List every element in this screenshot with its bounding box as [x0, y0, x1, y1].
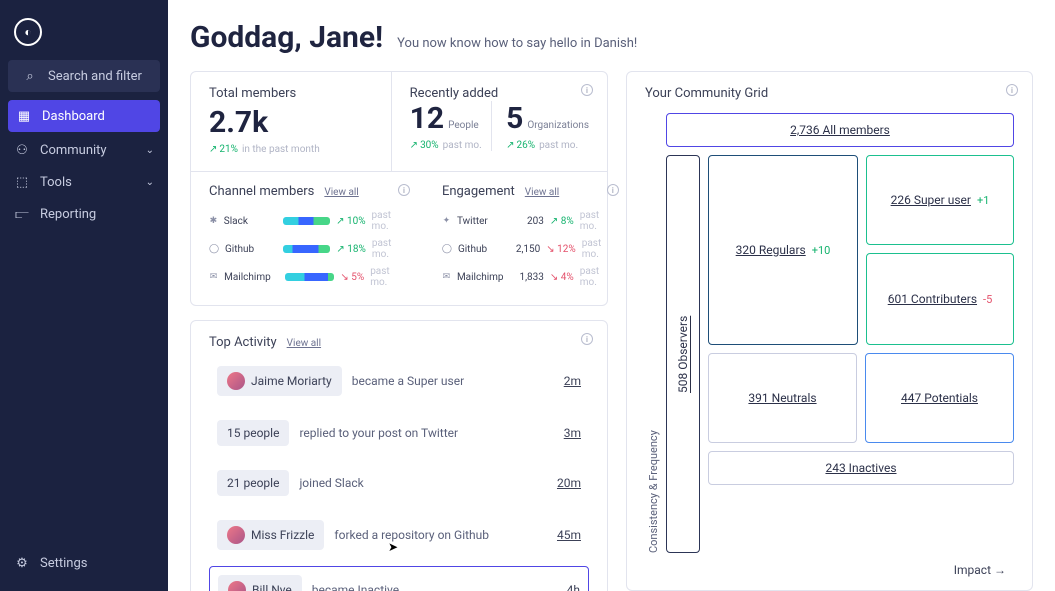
- activity-actor: Jaime Moriarty: [217, 366, 342, 396]
- greeting-title: Goddag, Jane!: [190, 20, 383, 55]
- avatar: [227, 526, 245, 544]
- activity-time[interactable]: 20m: [557, 476, 581, 490]
- info-icon[interactable]: i: [581, 84, 593, 96]
- community-icon: ⚇: [14, 142, 30, 158]
- top-activity-title: Top Activity: [209, 335, 277, 350]
- community-grid-title: Your Community Grid: [645, 86, 1014, 101]
- dashboard-icon: ▦: [16, 108, 32, 124]
- avatar: [228, 581, 246, 591]
- channel-row: ✉Mailchimp5%past mo.: [209, 263, 406, 291]
- total-members-value: 2.7k: [209, 105, 373, 140]
- view-all-link[interactable]: View all: [287, 338, 321, 349]
- nav-community[interactable]: ⚇ Community ⌄: [0, 134, 168, 166]
- search-icon: ⌕: [22, 68, 38, 84]
- engagement-row: ◯Github2,15012%past mo.: [442, 235, 615, 263]
- activity-time[interactable]: 4h: [567, 583, 580, 591]
- grid-observers[interactable]: 508 Observers: [666, 155, 700, 553]
- activity-time[interactable]: 2m: [564, 374, 581, 388]
- reporting-icon: ⫍: [14, 206, 30, 222]
- gear-icon: ⚙: [14, 555, 30, 571]
- grid-neutrals[interactable]: 391 Neutrals: [708, 353, 857, 443]
- activity-item[interactable]: Jaime Moriarty became a Super user 2m: [209, 358, 589, 404]
- activity-desc: forked a repository on Github: [334, 528, 489, 542]
- info-icon[interactable]: i: [398, 184, 410, 196]
- avatar: [227, 372, 245, 390]
- chevron-down-icon: ⌄: [146, 177, 154, 188]
- orgs-count: 5: [506, 101, 523, 136]
- grid-contributers[interactable]: 601 Contributers-5: [866, 253, 1014, 345]
- view-all-link[interactable]: View all: [525, 187, 559, 198]
- search-input[interactable]: ⌕ Search and filter: [8, 60, 160, 92]
- channel-row: ✱Slack10%past mo.: [209, 207, 406, 235]
- nav-settings[interactable]: ⚙ Settings: [0, 547, 168, 579]
- total-members-label: Total members: [209, 86, 373, 101]
- activity-time[interactable]: 3m: [564, 426, 581, 440]
- github-icon: ◯: [209, 244, 219, 254]
- activity-desc: became a Super user: [352, 374, 464, 388]
- nav-reporting[interactable]: ⫍ Reporting: [0, 198, 168, 230]
- info-icon[interactable]: i: [1006, 84, 1018, 96]
- recently-added-label: Recently added: [410, 86, 589, 101]
- activity-desc: joined Slack: [299, 476, 363, 490]
- twitter-icon: ✦: [442, 216, 451, 226]
- grid-potentials[interactable]: 447 Potentials: [865, 353, 1014, 443]
- info-icon[interactable]: i: [581, 333, 593, 345]
- slack-icon: ✱: [209, 216, 218, 226]
- y-axis-label: Consistency & Frequency: [645, 113, 660, 553]
- activity-item[interactable]: 21 people joined Slack 20m: [209, 462, 589, 504]
- github-icon: ◯: [442, 244, 452, 254]
- info-icon[interactable]: i: [607, 184, 619, 196]
- activity-item[interactable]: Bill Nye became Inactive 4h: [209, 566, 589, 591]
- mailchimp-icon: ✉: [209, 272, 218, 282]
- engagement-title: Engagement: [442, 184, 515, 199]
- greeting-subtitle: You now know how to say hello in Danish!: [397, 36, 637, 51]
- engagement-row: ✦Twitter2038%past mo.: [442, 207, 615, 235]
- view-all-link[interactable]: View all: [324, 187, 358, 198]
- activity-desc: became Inactive: [312, 583, 399, 591]
- chevron-down-icon: ⌄: [146, 145, 154, 156]
- people-count: 12: [410, 101, 444, 136]
- channel-row: ◯Github18%past mo.: [209, 235, 406, 263]
- nav-dashboard[interactable]: ▦ Dashboard: [8, 100, 160, 132]
- mailchimp-icon: ✉: [442, 272, 451, 282]
- activity-actor: 15 people: [217, 420, 289, 446]
- tools-icon: ⬚: [14, 174, 30, 190]
- activity-actor: Bill Nye: [218, 575, 302, 591]
- channel-members-title: Channel members: [209, 184, 314, 199]
- grid-all-members[interactable]: 2,736 All members: [666, 113, 1014, 147]
- grid-inactives[interactable]: 243 Inactives: [708, 451, 1014, 485]
- x-axis-label: Impact: [645, 563, 1014, 577]
- total-trend: ↗21%in the past month: [209, 144, 373, 155]
- activity-time[interactable]: 45m: [557, 528, 581, 542]
- activity-desc: replied to your post on Twitter: [299, 426, 458, 440]
- grid-regulars[interactable]: 320 Regulars+10: [708, 155, 858, 345]
- nav-tools[interactable]: ⬚ Tools ⌄: [0, 166, 168, 198]
- engagement-row: ✉Mailchimp1,8334%past mo.: [442, 263, 615, 291]
- activity-actor: 21 people: [217, 470, 289, 496]
- activity-item[interactable]: 15 people replied to your post on Twitter…: [209, 412, 589, 454]
- activity-item[interactable]: Miss Frizzle forked a repository on Githu…: [209, 512, 589, 558]
- logo: ◐: [14, 18, 42, 46]
- grid-super-user[interactable]: 226 Super user+1: [866, 155, 1014, 245]
- activity-actor: Miss Frizzle: [217, 520, 324, 550]
